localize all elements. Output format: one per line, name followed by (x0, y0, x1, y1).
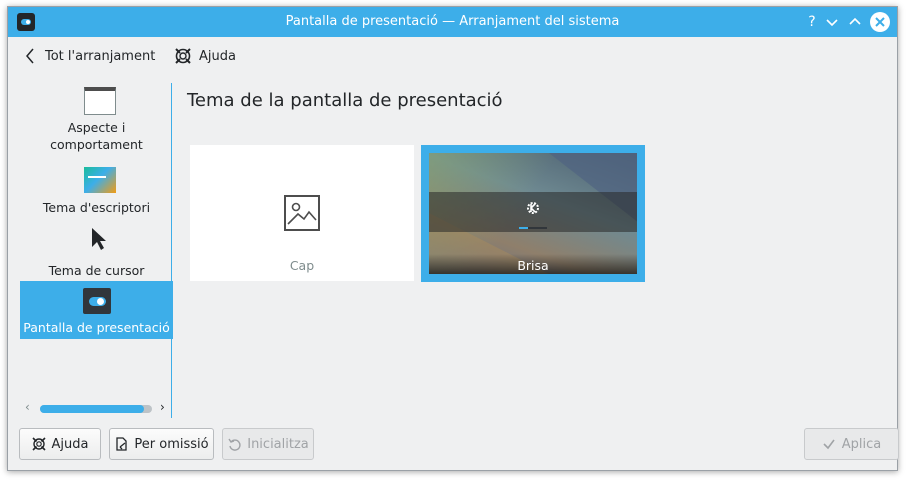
close-icon (875, 17, 885, 27)
help-toolbar-button[interactable]: Ajuda (174, 46, 236, 66)
title-bar[interactable]: Pantalla de presentació — Arranjament de… (8, 7, 897, 37)
sidebar: Aspecte i comportament Tema d'escriptori… (20, 83, 173, 418)
desktop-theme-icon (84, 167, 116, 193)
reset-button[interactable]: Inicialitza (222, 428, 314, 460)
progress-bar (519, 227, 547, 229)
undo-icon (228, 438, 241, 451)
scroll-right-icon[interactable]: › (160, 400, 165, 414)
help-title-button[interactable]: ? (803, 13, 821, 31)
maximize-icon (849, 17, 861, 25)
back-label: Tot l'arranjament (45, 48, 156, 64)
sidebar-divider (171, 83, 172, 418)
defaults-button-label: Per omissió (134, 436, 209, 452)
sidebar-item-tema-cursor[interactable]: Tema de cursor (20, 225, 173, 283)
splash-screen-icon (83, 288, 111, 314)
defaults-button[interactable]: Per omissió (109, 428, 214, 460)
sidebar-item-tema-escriptori[interactable]: Tema d'escriptori (20, 165, 173, 223)
theme-label: Brisa (517, 258, 549, 273)
minimize-icon (826, 19, 838, 27)
maximize-button[interactable] (846, 13, 864, 31)
scrollbar-thumb[interactable] (40, 405, 144, 413)
sidebar-item-label: Tema de cursor (48, 263, 145, 278)
close-button[interactable] (870, 12, 890, 32)
theme-preview: Brisa (429, 153, 637, 274)
lifebuoy-icon (31, 437, 46, 451)
sidebar-scrollbar[interactable]: ‹ › (24, 400, 170, 415)
checkmark-icon (823, 439, 835, 450)
cursor-icon (92, 228, 106, 250)
theme-label: Cap (289, 258, 315, 273)
scroll-left-icon[interactable]: ‹ (25, 400, 30, 414)
image-placeholder-icon (284, 195, 320, 231)
kde-logo-icon (527, 202, 539, 214)
sidebar-item-aspecte[interactable]: Aspecte i comportament (20, 83, 173, 152)
document-defaults-icon (116, 437, 128, 451)
back-button[interactable]: Tot l'arranjament (24, 46, 155, 66)
chevron-left-icon (26, 48, 34, 64)
theme-tile-cap[interactable]: Cap (190, 145, 414, 281)
sidebar-item-label: Pantalla de presentació (23, 320, 170, 335)
sidebar-item-label: Aspecte i comportament (50, 120, 143, 152)
page-title: Tema de la pantalla de presentació (187, 90, 503, 111)
theme-tile-brisa[interactable]: Brisa (421, 145, 645, 282)
help-toolbar-label: Ajuda (199, 48, 236, 64)
minimize-button[interactable] (823, 13, 841, 31)
toolbar: Tot l'arranjament Ajuda (8, 38, 897, 74)
reset-button-label: Inicialitza (247, 436, 309, 452)
window-title: Pantalla de presentació — Arranjament de… (285, 14, 620, 29)
help-button[interactable]: Ajuda (19, 428, 101, 460)
sidebar-item-pantalla-presentacio[interactable]: Pantalla de presentació (20, 281, 173, 339)
apply-button[interactable]: Aplica (804, 428, 899, 460)
apply-button-label: Aplica (841, 436, 882, 452)
sidebar-item-label: Tema d'escriptori (42, 200, 151, 215)
lifebuoy-icon (175, 48, 191, 64)
settings-window: Pantalla de presentació — Arranjament de… (7, 6, 899, 471)
window-icon (84, 87, 116, 115)
help-button-label: Ajuda (51, 436, 89, 452)
